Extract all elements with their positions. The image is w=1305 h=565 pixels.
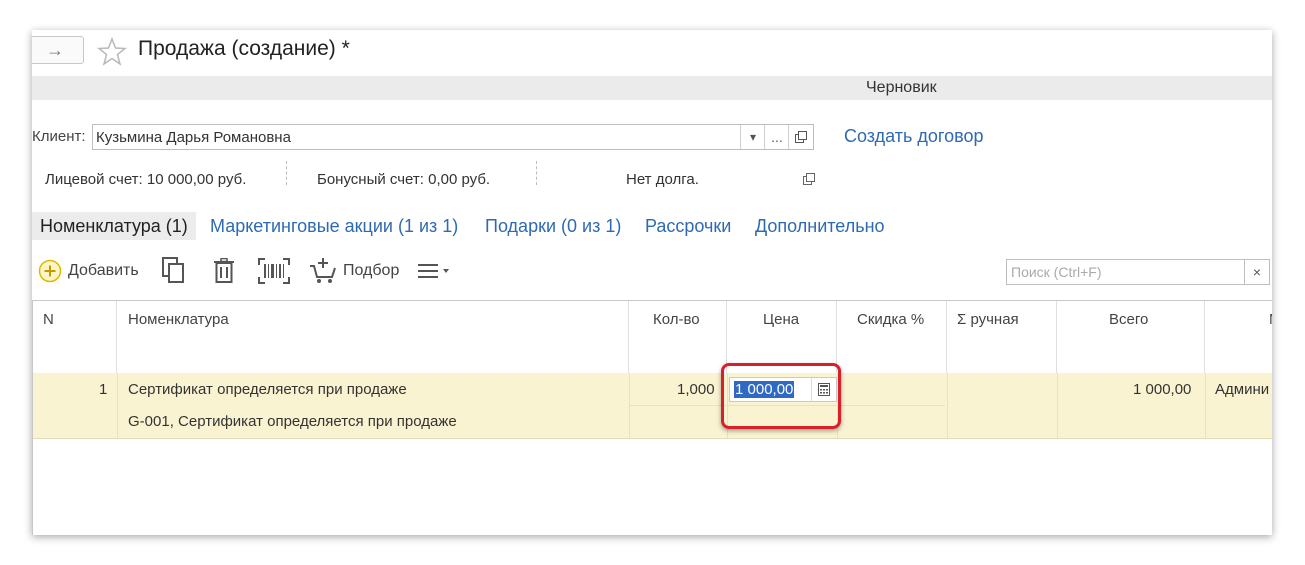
- tab-additional[interactable]: Дополнительно: [755, 212, 885, 240]
- delete-button[interactable]: [213, 256, 235, 286]
- client-value: Кузьмина Дарья Романовна: [96, 129, 291, 146]
- document-window: → Продажа (создание) * Черновик Клиент: …: [32, 30, 1272, 535]
- tab-gifts[interactable]: Подарки (0 из 1): [485, 212, 621, 240]
- column-header-n[interactable]: N: [33, 301, 117, 373]
- goods-table: N Номенклатура Кол-во Цена Скидка % Σ ру…: [32, 300, 1272, 535]
- column-header-manager[interactable]: М: [1205, 301, 1272, 373]
- client-select-button[interactable]: ...: [764, 125, 789, 149]
- column-header-manual-sum[interactable]: Σ ручная: [947, 301, 1057, 373]
- add-button[interactable]: Добавить: [38, 256, 139, 286]
- client-open-button[interactable]: [788, 125, 813, 149]
- open-window-icon[interactable]: [803, 173, 815, 185]
- client-label: Клиент:: [32, 128, 86, 145]
- pick-button[interactable]: Подбор: [309, 256, 399, 286]
- open-window-icon: [795, 131, 807, 143]
- status-bar: Черновик: [32, 76, 1272, 100]
- row-total: 1 000,00: [1133, 381, 1192, 398]
- cart-add-icon: [310, 258, 336, 283]
- column-header-nomenclature[interactable]: Номенклатура: [117, 301, 629, 373]
- row-qty[interactable]: 1,000: [677, 381, 715, 398]
- barcode-icon: [258, 258, 290, 284]
- tab-bar: Номенклатура (1) Маркетинговые акции (1 …: [32, 212, 932, 242]
- tab-installments[interactable]: Рассрочки: [645, 212, 731, 240]
- column-header-discount[interactable]: Скидка %: [837, 301, 947, 373]
- divider: [286, 161, 287, 185]
- add-label: Добавить: [68, 262, 139, 279]
- client-field[interactable]: Кузьмина Дарья Романовна ▾ ...: [92, 124, 814, 150]
- barcode-button[interactable]: [258, 256, 290, 286]
- row-item-name[interactable]: Сертификат определяется при продаже: [128, 381, 407, 398]
- arrow-right-icon: →: [46, 39, 64, 60]
- client-dropdown-button[interactable]: ▾: [740, 125, 765, 149]
- title-row: → Продажа (создание) *: [32, 30, 1272, 76]
- trash-icon: [214, 258, 234, 283]
- page-title: Продажа (создание) *: [138, 37, 350, 60]
- tab-nomenclature[interactable]: Номенклатура (1): [32, 212, 196, 240]
- row-number: 1: [99, 381, 108, 398]
- pick-label: Подбор: [343, 262, 400, 279]
- add-circle-icon: [38, 259, 62, 283]
- bonus-balance: Бонусный счет: 0,00 руб.: [317, 171, 491, 188]
- cell-divider: [1057, 373, 1058, 438]
- tab-marketing[interactable]: Маркетинговые акции (1 из 1): [210, 212, 458, 240]
- create-contract-link[interactable]: Создать договор: [844, 126, 983, 147]
- cell-divider: [1205, 373, 1206, 438]
- document-status: Черновик: [866, 79, 937, 96]
- row-manager: Админи: [1215, 381, 1270, 398]
- forward-button[interactable]: →: [32, 36, 84, 64]
- chevron-down-icon: ▾: [749, 130, 757, 144]
- favorite-star-icon[interactable]: [96, 36, 128, 68]
- copy-button[interactable]: [161, 256, 187, 286]
- copy-icon: [162, 257, 184, 283]
- price-callout-frame: [721, 363, 841, 429]
- column-header-qty[interactable]: Кол-во: [629, 301, 727, 373]
- cell-divider: [947, 373, 948, 438]
- search-placeholder: Поиск (Ctrl+F): [1011, 264, 1102, 280]
- more-menu-button[interactable]: [417, 256, 451, 286]
- search-input[interactable]: Поиск (Ctrl+F) ×: [1006, 259, 1270, 285]
- search-clear-button[interactable]: ×: [1244, 260, 1269, 284]
- column-header-total[interactable]: Всего: [1057, 301, 1205, 373]
- account-balance: Лицевой счет: 10 000,00 руб.: [45, 171, 247, 188]
- cell-divider: [117, 373, 118, 438]
- divider: [536, 161, 537, 185]
- row-item-subtitle: G-001, Сертификат определяется при прода…: [128, 413, 457, 430]
- debt-status: Нет долга.: [626, 171, 699, 188]
- menu-icon: [418, 264, 449, 278]
